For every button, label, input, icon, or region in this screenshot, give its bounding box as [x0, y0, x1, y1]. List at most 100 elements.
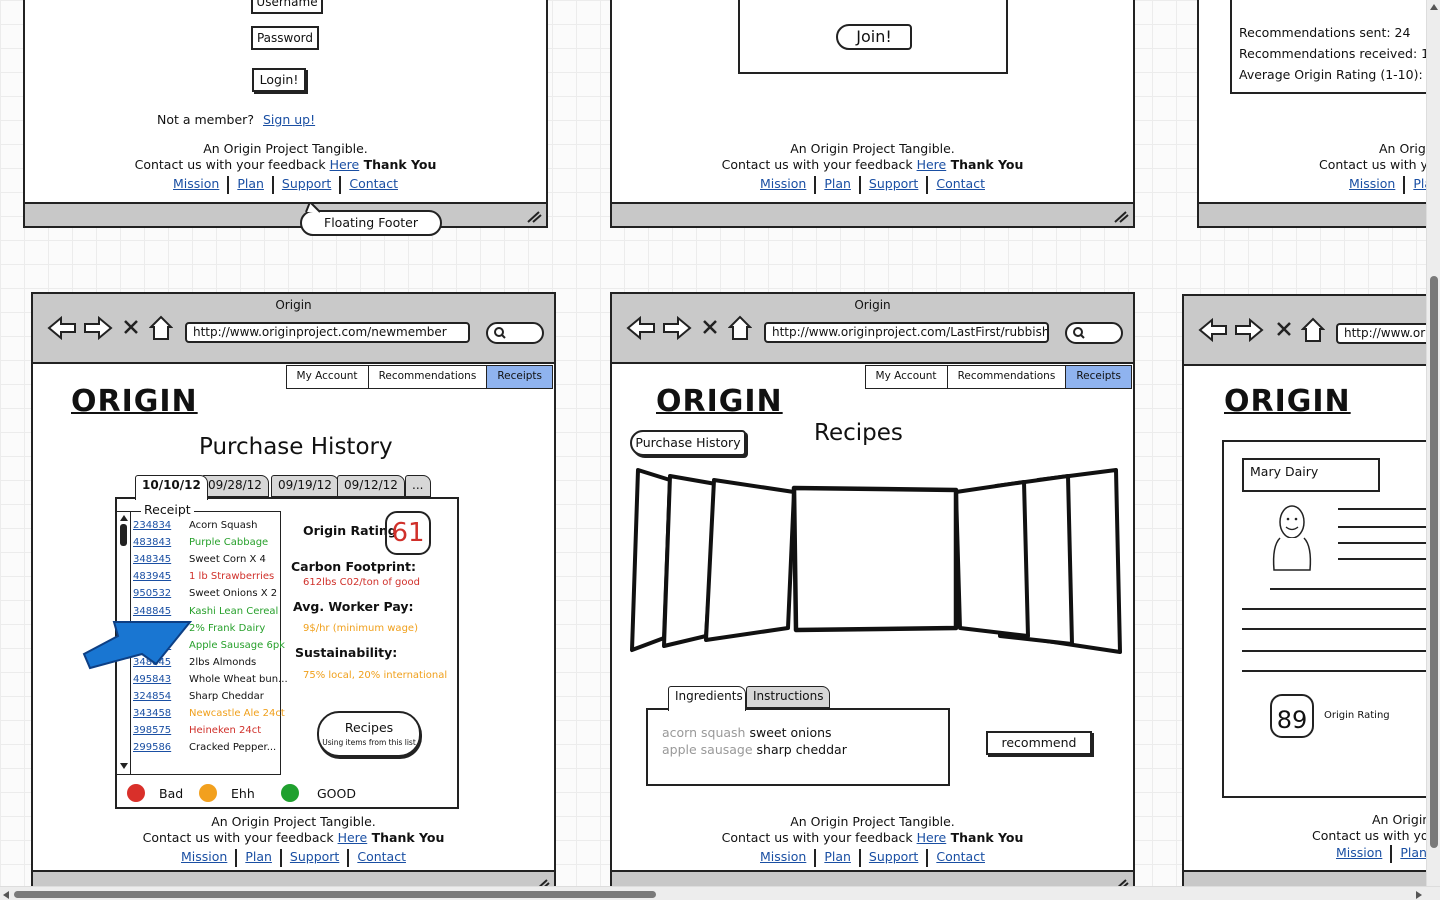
forward-arrow-icon[interactable] — [1234, 318, 1264, 342]
tab-date-2[interactable]: 09/28/12 — [201, 475, 269, 497]
receipt-row[interactable]: 348345 Sweet Corn X 4 — [133, 554, 283, 568]
resize-grip-icon[interactable] — [526, 209, 542, 223]
receipt-row[interactable]: 343458 Newcastle Ale 24ct — [133, 708, 285, 722]
footer: An Origin Project Tangible. Contact us w… — [25, 141, 546, 194]
recipes-button[interactable]: Recipes Using items from this list — [317, 711, 421, 757]
tab-date-3[interactable]: 09/19/12 — [271, 475, 339, 497]
scroll-up-icon[interactable] — [119, 514, 129, 522]
footer-link-plan[interactable]: Plan — [816, 176, 859, 194]
vertical-scrollbar[interactable] — [1426, 0, 1440, 886]
url-bar[interactable]: http://www.orig — [1336, 323, 1440, 344]
scroll-right-icon[interactable] — [1416, 891, 1422, 899]
footer-link-contact[interactable]: Contact — [341, 176, 406, 194]
tab-my-account[interactable]: My Account — [285, 365, 369, 389]
tab-recommendations[interactable]: Recommendations — [367, 365, 488, 389]
feedback-link[interactable]: Here — [917, 157, 947, 172]
receipt-row[interactable]: 495843 Whole Wheat bun... — [133, 674, 288, 688]
receipt-id-link[interactable]: 483843 — [133, 537, 171, 548]
footer-link-mission[interactable]: Mission — [752, 849, 814, 867]
receipt-row[interactable]: 398575 Heineken 24ct — [133, 725, 283, 739]
login-button[interactable]: Login! — [252, 68, 306, 92]
footer-link-contact[interactable]: Contact — [928, 849, 993, 867]
feedback-link[interactable]: Here — [338, 830, 368, 845]
footer-link-mission[interactable]: Mission — [165, 176, 227, 194]
receipt-id-link[interactable]: 299586 — [133, 742, 171, 753]
receipt-row[interactable]: 483843 Purple Cabbage — [133, 537, 283, 551]
vertical-scroll-thumb[interactable] — [1430, 276, 1438, 848]
feedback-link[interactable]: Here — [917, 830, 947, 845]
back-to-purchase-history-button[interactable]: Purchase History — [630, 430, 746, 456]
home-icon[interactable] — [1301, 317, 1325, 343]
tab-more-dates[interactable]: ... — [405, 475, 431, 497]
receipt-row[interactable]: 299586 Cracked Pepper... — [133, 742, 283, 756]
back-arrow-icon[interactable] — [1198, 318, 1228, 342]
receipt-item: Sweet Corn X 4 — [189, 554, 266, 566]
tab-date-1[interactable]: 10/10/12 — [135, 475, 208, 500]
receipt-row[interactable]: 324854 Sharp Cheddar — [133, 691, 283, 705]
footer-link-contact[interactable]: Contact — [928, 176, 993, 194]
join-button[interactable]: Join! — [836, 24, 912, 50]
forward-arrow-icon[interactable] — [83, 316, 113, 340]
receipt-id-link[interactable]: 483945 — [133, 571, 171, 582]
signup-link[interactable]: Sign up! — [263, 112, 315, 127]
footer-link-plan[interactable]: Plan — [1392, 845, 1427, 863]
footer-link-support[interactable]: Support — [861, 849, 926, 867]
scroll-thumb[interactable] — [120, 524, 127, 546]
receipt-id-link[interactable]: 495843 — [133, 674, 171, 685]
footer-link-support[interactable]: Support — [282, 849, 347, 867]
scroll-left-icon[interactable] — [3, 891, 9, 899]
horizontal-scrollbar[interactable] — [0, 886, 1440, 900]
url-bar[interactable]: http://www.originproject.com/newmember — [185, 322, 470, 343]
receipt-row[interactable]: 483945 1 lb Strawberries — [133, 571, 283, 585]
tab-ingredients[interactable]: Ingredients — [668, 686, 746, 711]
receipt-id-link[interactable]: 324854 — [133, 691, 171, 702]
resize-grip-icon[interactable] — [1113, 209, 1129, 223]
footer-link-contact[interactable]: Contact — [349, 849, 414, 867]
back-arrow-icon[interactable] — [47, 316, 77, 340]
feedback-link[interactable]: Here — [330, 157, 360, 172]
footer-link-support[interactable]: Support — [861, 176, 926, 194]
footer-link-mission[interactable]: Mission — [173, 849, 235, 867]
receipt-row[interactable]: 950532 Sweet Onions X 2 — [133, 588, 283, 602]
footer-link-mission[interactable]: Mission — [752, 176, 814, 194]
password-label: Password — [256, 31, 314, 45]
footer-link-plan[interactable]: Plan — [816, 849, 859, 867]
username-field[interactable]: Username — [251, 0, 323, 14]
close-icon[interactable] — [702, 319, 718, 335]
tab-date-4[interactable]: 09/12/12 — [337, 475, 405, 497]
receipt-id-link[interactable]: 234834 — [133, 520, 171, 531]
search-box[interactable] — [1065, 322, 1123, 344]
receipt-item: Acorn Squash — [189, 520, 258, 531]
close-icon[interactable] — [123, 319, 139, 335]
tab-instructions[interactable]: Instructions — [746, 686, 830, 708]
forward-arrow-icon[interactable] — [662, 316, 692, 340]
footer-link-mission[interactable]: Mission — [1349, 176, 1403, 194]
footer-link-support[interactable]: Support — [274, 176, 339, 194]
scroll-down-icon[interactable] — [119, 762, 129, 770]
receipt-id-link[interactable]: 950532 — [133, 588, 171, 599]
receipt-id-link[interactable]: 343458 — [133, 708, 171, 719]
receipt-row[interactable]: 234834 Acorn Squash — [133, 520, 283, 534]
tab-receipts[interactable]: Receipts — [1065, 365, 1132, 389]
horizontal-scroll-thumb[interactable] — [14, 891, 656, 898]
origin-rating-badge: 61 — [385, 511, 431, 555]
tab-my-account[interactable]: My Account — [864, 365, 948, 389]
footer-link-plan[interactable]: Plan — [237, 849, 280, 867]
scroll-up-icon[interactable] — [1430, 4, 1438, 10]
footer-link-plan[interactable]: Plan — [229, 176, 272, 194]
profile-panel: http://www.orig ORIGIN Mary Dairy 89 Ori… — [1182, 294, 1440, 894]
password-field[interactable]: Password — [251, 26, 319, 50]
back-arrow-icon[interactable] — [626, 316, 656, 340]
close-icon[interactable] — [1276, 321, 1292, 337]
tab-recommendations[interactable]: Recommendations — [946, 365, 1067, 389]
home-icon[interactable] — [728, 315, 752, 341]
url-bar[interactable]: http://www.originproject.com/LastFirst/r… — [764, 322, 1049, 343]
receipt-id-link[interactable]: 348345 — [133, 554, 171, 565]
search-box[interactable] — [486, 322, 544, 344]
footer-link-mission[interactable]: Mission — [1336, 845, 1390, 863]
receipt-id-link[interactable]: 398575 — [133, 725, 171, 736]
recipe-carousel[interactable] — [626, 466, 1122, 656]
recommend-button[interactable]: recommend — [986, 731, 1092, 755]
tab-receipts[interactable]: Receipts — [486, 365, 553, 389]
home-icon[interactable] — [149, 315, 173, 341]
